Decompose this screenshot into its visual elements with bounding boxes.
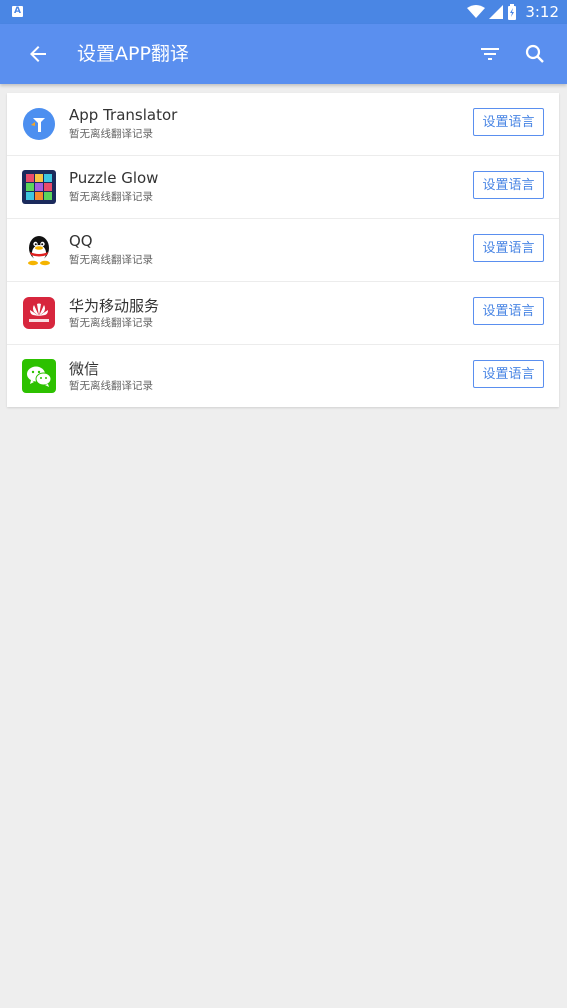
list-item[interactable]: Puzzle Glow 暂无离线翻译记录 设置语言 bbox=[7, 156, 559, 219]
list-item[interactable]: App Translator 暂无离线翻译记录 设置语言 bbox=[7, 93, 559, 156]
app-subtitle: 暂无离线翻译记录 bbox=[69, 317, 153, 329]
arrow-back-icon bbox=[30, 46, 46, 62]
status-bar: A 3:12 bbox=[0, 0, 567, 24]
app-name: 华为移动服务 bbox=[69, 297, 160, 315]
app-name: Puzzle Glow bbox=[69, 169, 159, 187]
set-language-button[interactable]: 设置语言 bbox=[473, 297, 544, 325]
qq-penguin-icon bbox=[28, 236, 50, 266]
cell-signal-icon bbox=[489, 5, 504, 19]
list-item[interactable]: 微信 暂无离线翻译记录 设置语言 bbox=[7, 345, 559, 407]
wechat-icon bbox=[22, 359, 56, 393]
filter-button[interactable] bbox=[478, 42, 502, 66]
app-subtitle: 暂无离线翻译记录 bbox=[69, 254, 153, 266]
app-subtitle: 暂无离线翻译记录 bbox=[69, 380, 153, 392]
set-language-button[interactable]: 设置语言 bbox=[473, 234, 544, 262]
search-button[interactable] bbox=[523, 42, 547, 66]
search-icon bbox=[525, 44, 544, 63]
app-name: 微信 bbox=[69, 360, 100, 378]
set-language-button[interactable]: 设置语言 bbox=[473, 171, 544, 199]
app-name: App Translator bbox=[69, 106, 178, 124]
wifi-icon bbox=[467, 5, 486, 18]
list-item[interactable]: QQ 暂无离线翻译记录 设置语言 bbox=[7, 219, 559, 282]
battery-icon bbox=[508, 4, 517, 20]
huawei-icon bbox=[23, 297, 55, 329]
set-language-button[interactable]: 设置语言 bbox=[473, 360, 544, 388]
app-list: App Translator 暂无离线翻译记录 设置语言 Puzzle Glow… bbox=[7, 93, 559, 407]
app-translator-icon bbox=[23, 108, 55, 140]
app-name: QQ bbox=[69, 232, 93, 250]
status-time: 3:12 bbox=[525, 3, 559, 21]
app-subtitle: 暂无离线翻译记录 bbox=[69, 191, 153, 203]
page-title: 设置APP翻译 bbox=[77, 43, 189, 65]
set-language-button[interactable]: 设置语言 bbox=[473, 108, 544, 136]
puzzle-glow-icon bbox=[22, 170, 56, 204]
status-icons: 3:12 bbox=[467, 0, 559, 24]
app-subtitle: 暂无离线翻译记录 bbox=[69, 128, 153, 140]
list-item[interactable]: 华为移动服务 暂无离线翻译记录 设置语言 bbox=[7, 282, 559, 345]
filter-icon bbox=[481, 48, 499, 60]
app-bar: 设置APP翻译 bbox=[0, 24, 567, 84]
notification-icon: A bbox=[12, 6, 23, 17]
back-button[interactable] bbox=[26, 42, 50, 66]
